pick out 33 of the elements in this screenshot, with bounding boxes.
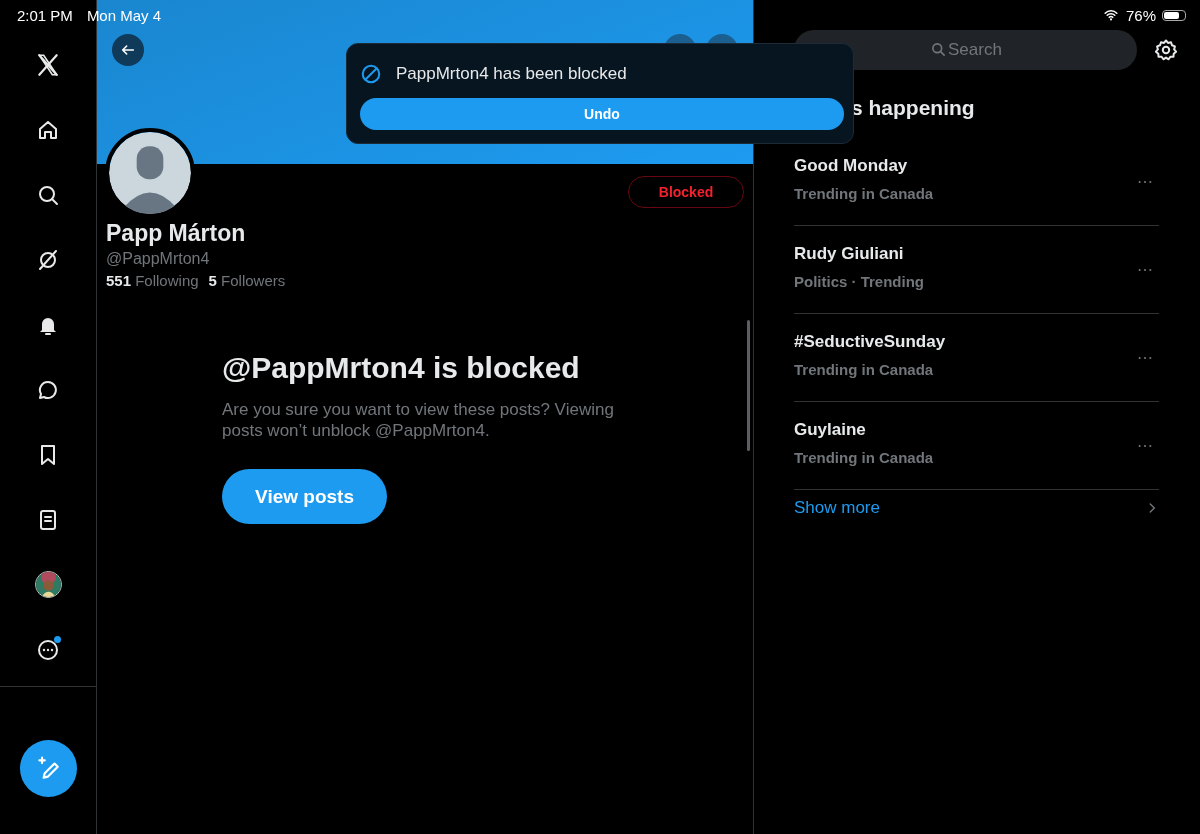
toast-message: PappMrton4 has been blocked	[396, 64, 627, 84]
show-more-link[interactable]: Show more	[794, 498, 880, 518]
scroll-bar[interactable]	[747, 320, 750, 451]
blocked-message: Are you sure you want to view these posts? Viewing posts won’t unblock @PappMrton4.	[222, 399, 615, 441]
search-icon	[931, 42, 946, 57]
following-count[interactable]: 551 Following	[106, 272, 199, 289]
trend-title[interactable]: Rudy Giuliani	[794, 244, 924, 264]
back-button[interactable]	[112, 34, 144, 66]
profile-name: Papp Márton	[106, 220, 247, 247]
blocked-button[interactable]: Blocked	[628, 176, 744, 208]
slashed-circle-icon[interactable]	[36, 247, 60, 272]
more-icon[interactable]	[36, 637, 60, 662]
followers-count[interactable]: 5 Followers	[208, 272, 286, 289]
x-logo-icon[interactable]	[35, 51, 61, 78]
trend-title[interactable]: Good Monday	[794, 156, 934, 176]
battery-icon	[1162, 9, 1186, 21]
account-avatar[interactable]	[34, 571, 62, 598]
trend-title[interactable]: #SeductiveSunday	[794, 332, 946, 352]
blocked-heading: @PappMrton4 is blocked	[222, 351, 580, 385]
trend-subtitle: Trending in Canada	[794, 185, 934, 202]
trend-subtitle: Trending in Canada	[794, 361, 935, 378]
wifi-icon	[1101, 8, 1120, 22]
battery-percent: 76%	[1125, 6, 1156, 24]
settings-icon[interactable]	[1154, 38, 1178, 62]
status-time: 2:01 PM	[17, 6, 73, 24]
trend-subtitle: Politics · Trending	[794, 273, 924, 290]
profile-handle: @PappMrton4	[106, 250, 211, 268]
blocked-icon	[360, 63, 382, 85]
trend-subtitle: Trending in Canada	[794, 449, 934, 466]
compose-button[interactable]	[19, 740, 77, 797]
back-arrow-icon	[120, 42, 136, 58]
trend-title[interactable]: Guylaine	[794, 420, 934, 440]
compose-icon	[35, 755, 61, 782]
